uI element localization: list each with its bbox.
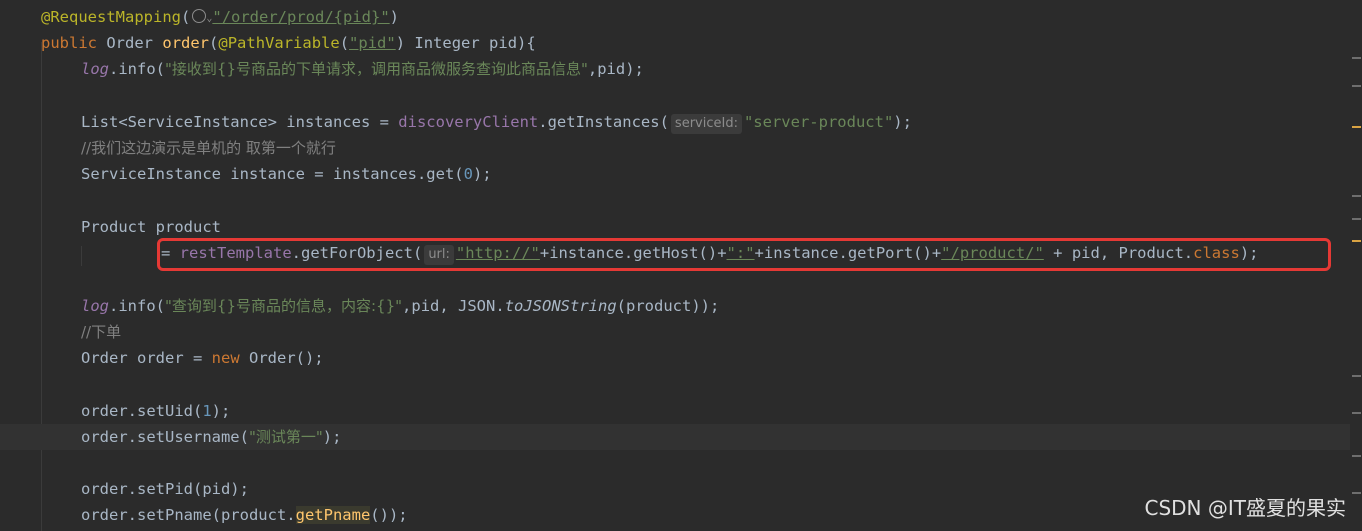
code-line-3[interactable]: log.info("接收到{}号商品的下单请求，调用商品微服务查询此商品信息",…: [0, 56, 1350, 82]
scroll-marker: [1352, 85, 1361, 87]
code-line-17[interactable]: order.setUsername("测试第一");: [0, 424, 1350, 450]
code-line-12[interactable]: log.info("查询到{}号商品的信息，内容:{}",pid, JSON.t…: [0, 293, 1350, 319]
annotation: @RequestMapping: [41, 8, 181, 26]
highlight-box: [157, 238, 1331, 271]
mapping-path: "/order/prod/{pid}": [212, 8, 390, 26]
indent-guide: [81, 246, 82, 266]
code-line-16[interactable]: order.setUid(1);: [0, 398, 1350, 424]
code-editor[interactable]: @RequestMapping(⌄"/order/prod/{pid}") pu…: [0, 0, 1350, 531]
code-line-13[interactable]: //下单: [0, 319, 1350, 345]
param-hint: serviceId:: [670, 114, 742, 134]
code-line-9[interactable]: Product product: [0, 214, 1350, 240]
code-line-5[interactable]: List<ServiceInstance> instances = discov…: [0, 109, 1350, 135]
scroll-marker: [1352, 492, 1361, 494]
code-line-6[interactable]: //我们这边演示是单机的 取第一个就行: [0, 135, 1350, 161]
comment: //我们这边演示是单机的 取第一个就行: [81, 139, 336, 157]
warning-marker: [1352, 126, 1361, 128]
scroll-marker: [1352, 218, 1361, 220]
code-line-2[interactable]: public Order order(@PathVariable("pid") …: [0, 30, 1350, 56]
scroll-marker: [1352, 412, 1361, 414]
highlighted-method: getPname: [295, 506, 371, 524]
scroll-marker: [1352, 195, 1361, 197]
scroll-marker: [1352, 375, 1361, 377]
scroll-marker: [1352, 57, 1361, 59]
warning-marker: [1352, 240, 1361, 242]
comment: //下单: [81, 323, 122, 341]
method-name: order: [162, 34, 210, 52]
globe-icon[interactable]: [192, 9, 207, 23]
code-line-7[interactable]: ServiceInstance instance = instances.get…: [0, 161, 1350, 187]
watermark: CSDN @IT盛夏的果实: [1144, 496, 1347, 520]
scroll-marker: [1352, 455, 1361, 457]
code-line-14[interactable]: Order order = new Order();: [0, 345, 1350, 371]
editor-scrollbar[interactable]: [1350, 0, 1362, 531]
code-line-1[interactable]: @RequestMapping(⌄"/order/prod/{pid}"): [0, 4, 1350, 30]
